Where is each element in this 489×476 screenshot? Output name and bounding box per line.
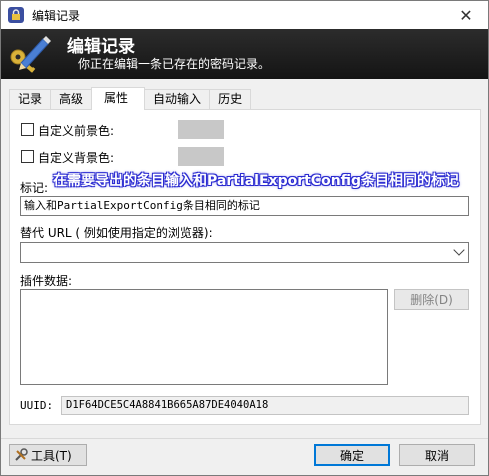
- close-icon[interactable]: ✕: [444, 1, 488, 29]
- foreground-color-swatch[interactable]: [178, 120, 224, 139]
- banner-subtitle: 你正在编辑一条已存在的密码记录。: [78, 57, 271, 71]
- window-title: 编辑记录: [32, 8, 81, 23]
- ok-button[interactable]: 确定: [314, 444, 390, 466]
- custom-background-checkbox[interactable]: [21, 150, 34, 163]
- plugin-data-list[interactable]: [20, 289, 388, 385]
- tools-icon: [15, 448, 28, 461]
- tags-input[interactable]: 输入和PartialExportConfig条目相同的标记: [20, 196, 469, 216]
- override-url-combo[interactable]: [20, 242, 469, 263]
- tools-button-label: 工具(T): [31, 448, 72, 463]
- title-bar: 编辑记录 ✕: [1, 1, 488, 29]
- tab-strip: 记录 高级 属性 自动输入 历史: [9, 87, 252, 110]
- tags-hint-overlay: 在需要导出的条目输入和PartialExportConfig条目相同的标记: [53, 173, 460, 189]
- tags-label: 标记:: [20, 181, 49, 195]
- override-url-label: 替代 URL ( 例如使用指定的浏览器):: [20, 226, 213, 240]
- chevron-down-icon[interactable]: [453, 244, 465, 256]
- properties-panel: 自定义前景色: 自定义背景色: 标记: 输入和PartialExportConf…: [9, 109, 481, 425]
- pencil-key-icon: [10, 36, 51, 73]
- custom-foreground-checkbox[interactable]: [21, 123, 34, 136]
- tab-auto-type[interactable]: 自动输入: [144, 89, 211, 110]
- header-banner: 编辑记录 你正在编辑一条已存在的密码记录。: [1, 29, 488, 79]
- tab-entry[interactable]: 记录: [9, 89, 52, 110]
- plugin-data-label: 插件数据:: [20, 274, 73, 288]
- tab-history[interactable]: 历史: [209, 89, 252, 110]
- background-color-swatch[interactable]: [178, 147, 224, 166]
- edit-entry-dialog: 编辑记录 ✕ 编辑记录 你正在编辑一条已存在的密码记录。 记录 高级 属性 自动…: [0, 0, 489, 476]
- cancel-button[interactable]: 取消: [399, 444, 475, 466]
- tab-properties[interactable]: 属性: [91, 87, 146, 110]
- keepass-lock-icon: [8, 7, 24, 23]
- custom-background-label: 自定义背景色:: [38, 151, 115, 165]
- uuid-field[interactable]: D1F64DCE5C4A8841B665A87DE4040A18: [61, 396, 469, 415]
- footer-separator: [1, 438, 488, 439]
- tools-button[interactable]: 工具(T): [9, 444, 87, 466]
- uuid-label: UUID:: [20, 399, 54, 412]
- delete-button[interactable]: 删除(D): [394, 289, 469, 310]
- custom-foreground-label: 自定义前景色:: [38, 124, 115, 138]
- banner-title: 编辑记录: [67, 37, 135, 57]
- tab-advanced[interactable]: 高级: [50, 89, 93, 110]
